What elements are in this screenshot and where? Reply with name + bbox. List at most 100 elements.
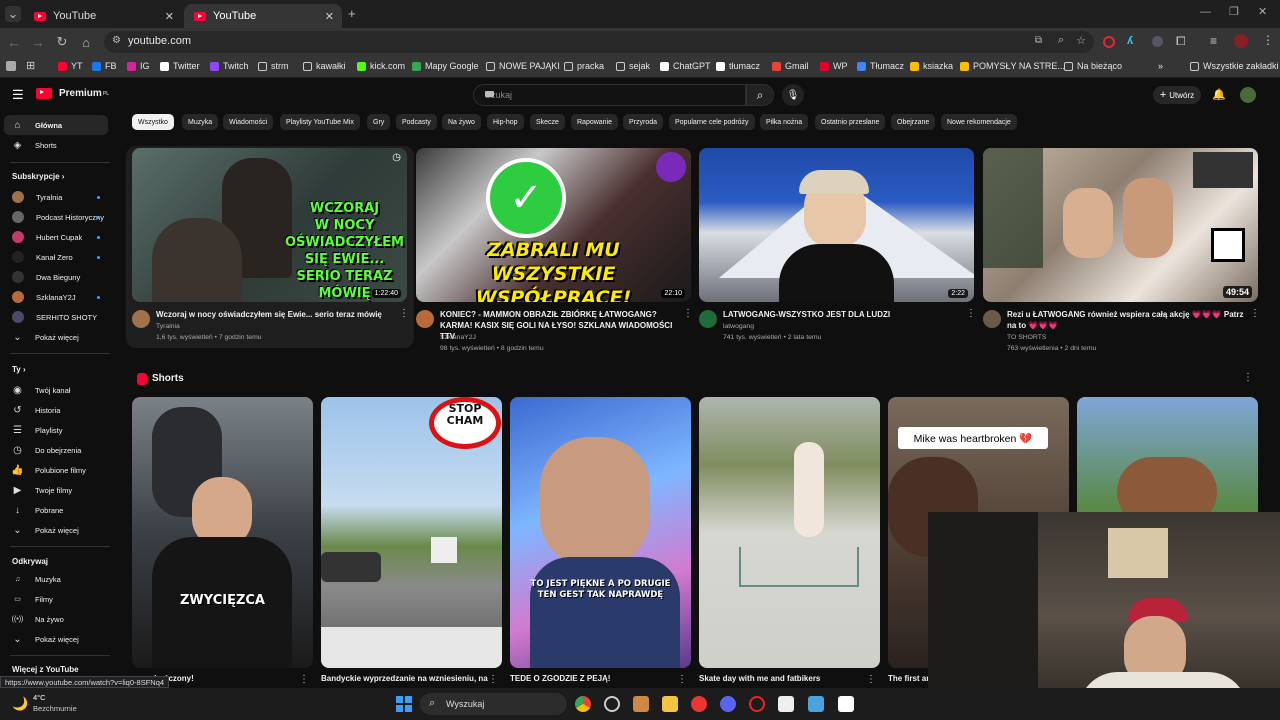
apps-icon[interactable] xyxy=(6,61,16,71)
create-button[interactable]: + Utwórz xyxy=(1153,86,1201,104)
bookmark-item[interactable]: ksiazka xyxy=(910,61,953,71)
sidebar-item-you[interactable]: 👍 Polubione filmy xyxy=(4,460,108,480)
bookmark-item[interactable]: IG xyxy=(127,61,150,71)
filter-chip[interactable]: Hip-hop xyxy=(487,114,524,130)
channel-name[interactable]: latwogang xyxy=(723,321,754,332)
app-icon[interactable] xyxy=(691,696,707,712)
filter-chip[interactable]: Popularne cele podróży xyxy=(669,114,755,130)
all-bookmarks[interactable]: Wszystkie zakładki xyxy=(1190,61,1279,71)
show-more-you[interactable]: ⌄ Pokaż więcej xyxy=(4,520,108,540)
channel-name[interactable]: Tyralnia xyxy=(156,321,180,332)
filter-chip[interactable]: Wiadomości xyxy=(223,114,274,130)
watch-later-clock-icon[interactable]: ◷ xyxy=(392,152,401,163)
address-bar[interactable]: ⚙ youtube.com ⧉ ⌕ ☆ xyxy=(104,31,1094,53)
file-explorer-icon[interactable] xyxy=(662,696,678,712)
bookmark-item[interactable]: Gmail xyxy=(772,61,809,71)
channel-name[interactable]: TO SHORTS xyxy=(1007,332,1046,343)
filter-chip[interactable]: Obejrzane xyxy=(891,114,936,130)
app-icon[interactable] xyxy=(633,696,649,712)
video-title[interactable]: Wczoraj w nocy oświadczyłem się Ewie... … xyxy=(156,309,396,320)
filter-chip[interactable]: Rapowanie xyxy=(571,114,619,130)
zoom-icon[interactable]: ⌕ xyxy=(1058,34,1064,47)
install-app-icon[interactable]: ⧉ xyxy=(1035,35,1042,46)
sidebar-item-home[interactable]: ⌂ Główna xyxy=(4,115,108,135)
filter-chip[interactable]: Podcasty xyxy=(396,114,437,130)
channel-avatar[interactable] xyxy=(416,310,434,328)
short-card-4[interactable] xyxy=(699,397,880,668)
bookmark-item[interactable]: kick.com xyxy=(357,61,405,71)
extensions-icon[interactable]: ⧠ xyxy=(1176,34,1186,49)
chrome-icon[interactable] xyxy=(575,696,591,712)
bookmark-item[interactable]: Twitch xyxy=(210,61,249,71)
minimize-icon[interactable]: — xyxy=(1200,6,1211,18)
app-icon[interactable] xyxy=(808,696,824,712)
more-actions-icon[interactable]: ⋮ xyxy=(1250,308,1260,319)
browser-tab-2[interactable]: YouTube ✕ xyxy=(184,4,342,28)
grid-icon[interactable]: ⊞ xyxy=(26,59,35,72)
filter-chip[interactable]: Gry xyxy=(367,114,391,130)
sidebar-item-you[interactable]: ☰ Playlisty xyxy=(4,420,108,440)
video-thumbnail-2[interactable]: ✓ ZABRALI MU WSZYSTKIE WSPÓŁPRACE! 22:10 xyxy=(416,148,691,302)
filter-chip[interactable]: Playlisty YouTube Mix xyxy=(280,114,360,130)
bookmark-item[interactable]: kawałki xyxy=(303,61,346,71)
reading-list-icon[interactable]: ≡ xyxy=(1210,34,1217,48)
subscriptions-heading[interactable]: Subskrypcje › xyxy=(12,172,64,181)
more-bookmarks-icon[interactable]: » xyxy=(1158,61,1163,71)
obs-icon[interactable] xyxy=(604,696,620,712)
bookmark-item[interactable]: POMYSŁY NA STRE... xyxy=(960,61,1065,71)
short-title[interactable]: The first an xyxy=(888,674,931,683)
hamburger-menu-icon[interactable]: ☰ xyxy=(12,87,24,103)
filter-chip[interactable]: Piłka nożna xyxy=(760,114,809,130)
keyboard-icon[interactable] xyxy=(485,91,494,97)
sidebar-item-explore[interactable]: ♫ Muzyka xyxy=(4,569,108,589)
voice-search-button[interactable]: 🎙 xyxy=(782,84,804,106)
close-tab-icon[interactable]: ✕ xyxy=(325,10,334,23)
sidebar-item-explore[interactable]: ▭ Filmy xyxy=(4,589,108,609)
forward-icon[interactable]: → xyxy=(30,34,46,50)
more-actions-icon[interactable]: ⋮ xyxy=(683,308,693,319)
sidebar-subscription-item[interactable]: Dwa Bieguny xyxy=(4,267,108,287)
sidebar-item-explore[interactable]: ((•)) Na żywo xyxy=(4,609,108,629)
start-windows-icon[interactable] xyxy=(396,696,412,712)
profile-avatar[interactable] xyxy=(1234,34,1248,48)
bookmark-item[interactable]: NOWE PAJĄKI xyxy=(486,61,560,71)
more-actions-icon[interactable]: ⋮ xyxy=(966,308,976,319)
short-title[interactable]: TEDE O ZGODZIE Z PEJĄ! xyxy=(510,674,610,683)
sidebar-item-you[interactable]: ↓ Pobrane xyxy=(4,500,108,520)
sidebar-subscription-item[interactable]: Kanał Zero xyxy=(4,247,108,267)
close-window-icon[interactable]: ✕ xyxy=(1258,5,1267,18)
video-thumbnail-1[interactable]: WCZORAJ W NOCY OŚWIADCZYŁEM SIĘ EWIE... … xyxy=(132,148,407,302)
reload-icon[interactable]: ↻ xyxy=(54,34,70,50)
short-more-icon[interactable]: ⋮ xyxy=(866,674,876,685)
sidebar-subscription-item[interactable]: SzklanaY2J xyxy=(4,287,108,307)
discord-icon[interactable] xyxy=(720,696,736,712)
bookmark-item[interactable]: Tłumacz xyxy=(857,61,904,71)
bookmark-item[interactable]: Mapy Google xyxy=(412,61,479,71)
account-avatar[interactable] xyxy=(1240,87,1256,103)
app-icon[interactable] xyxy=(838,696,854,712)
filter-chip[interactable]: Muzyka xyxy=(182,114,219,130)
video-thumbnail-4[interactable]: 49:54 xyxy=(983,148,1258,302)
filter-chip[interactable]: Na żywo xyxy=(442,114,481,130)
extension-tool-icon[interactable]: ʎ xyxy=(1127,35,1133,47)
sidebar-subscription-item[interactable]: Tyralnia xyxy=(4,187,108,207)
show-more-explore[interactable]: ⌄ Pokaż więcej xyxy=(4,629,108,649)
short-title[interactable]: Bandyckie wyprzedzanie na wzniesieniu, n… xyxy=(321,674,488,683)
short-card-3[interactable]: TO JEST PIĘKNE A PO DRUGIE TEN GEST TAK … xyxy=(510,397,691,668)
search-button[interactable]: ⌕ xyxy=(746,84,774,106)
bookmark-star-icon[interactable]: ☆ xyxy=(1076,34,1086,47)
tab-search-icon[interactable]: ⌄ xyxy=(5,6,21,22)
you-heading[interactable]: Ty › xyxy=(12,365,26,374)
bookmark-item[interactable]: ChatGPT xyxy=(660,61,711,71)
show-more-subscriptions[interactable]: ⌄ Pokaż więcej xyxy=(4,327,108,347)
video-title[interactable]: KONIEC? - MAMMON OBRAZIŁ ZBIÓRKĘ ŁATWOGA… xyxy=(440,309,680,342)
bookmark-item[interactable]: pracka xyxy=(564,61,604,71)
new-tab-icon[interactable]: + xyxy=(348,6,356,21)
short-more-icon[interactable]: ⋮ xyxy=(677,674,687,685)
short-more-icon[interactable]: ⋮ xyxy=(299,674,309,685)
channel-avatar[interactable] xyxy=(132,310,150,328)
video-title[interactable]: LATWOGANG-WSZYSTKO JEST DLA LUDZI xyxy=(723,309,963,320)
channel-avatar[interactable] xyxy=(983,310,1001,328)
shorts-shelf-more-icon[interactable]: ⋮ xyxy=(1243,372,1253,383)
browser-tab-1[interactable]: YouTube ✕ xyxy=(24,4,182,28)
